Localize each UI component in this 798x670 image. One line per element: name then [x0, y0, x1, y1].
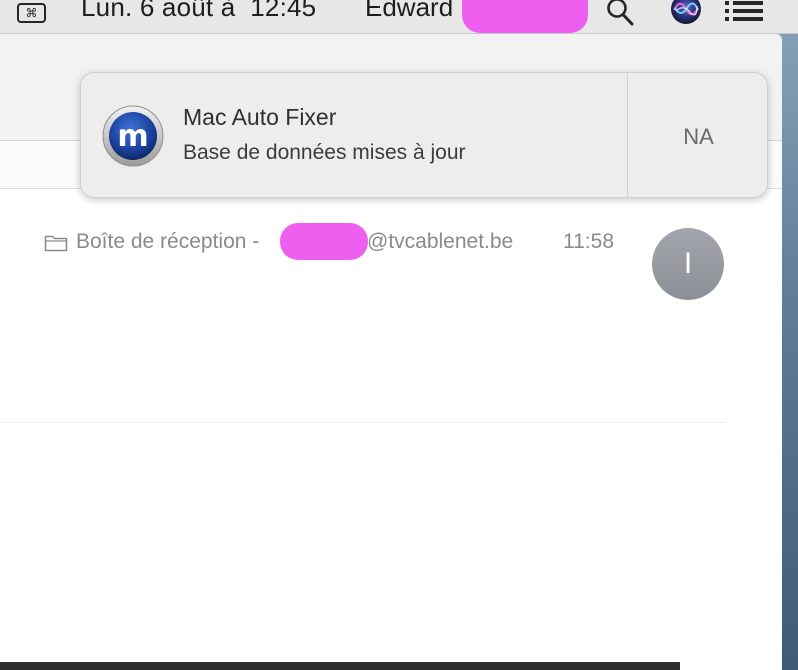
menu-bar: ⌘ Lun. 6 août à 12:45 Edward: [0, 0, 798, 34]
notification-banner[interactable]: m Mac Auto Fixer Base de données mises à…: [80, 72, 768, 198]
notification-app-name: Mac Auto Fixer: [183, 104, 337, 130]
message-time: 11:58: [563, 230, 614, 253]
sender-avatar: I: [652, 228, 724, 300]
svg-text:m: m: [117, 119, 148, 154]
spotlight-search-icon[interactable]: [603, 0, 637, 27]
menubar-user-name[interactable]: Edward: [365, 0, 453, 23]
notification-message: Base de données mises à jour: [183, 141, 466, 164]
message-divider: [0, 422, 725, 423]
mailbox-email-domain: @tvcablenet.be: [367, 230, 514, 253]
siri-icon[interactable]: [670, 0, 702, 26]
window-bottom-edge: [0, 662, 680, 670]
input-menu-icon[interactable]: ⌘: [17, 3, 46, 23]
notification-center-icon[interactable]: [724, 0, 764, 24]
mac-auto-fixer-app-icon: m: [102, 105, 164, 167]
mailbox-label: Boîte de réception -: [76, 230, 260, 253]
notification-action-button[interactable]: NA: [628, 73, 767, 197]
redaction-mark: [280, 223, 368, 260]
menubar-clock[interactable]: Lun. 6 août à 12:45: [81, 0, 316, 23]
folder-icon: [44, 235, 68, 252]
redaction-mark: [462, 0, 588, 33]
